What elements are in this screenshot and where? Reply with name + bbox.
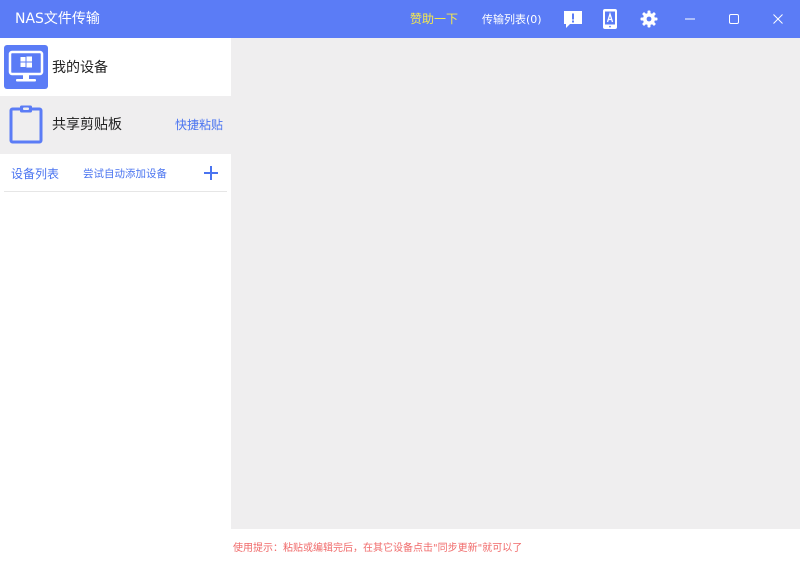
usage-hint: 使用提示：粘贴或编辑完后，在其它设备点击"同步更新"就可以了 [233, 543, 523, 554]
plus-icon [204, 166, 218, 180]
settings-button[interactable] [637, 7, 661, 31]
device-list-header: 设备列表 尝试自动添加设备 [0, 154, 231, 192]
add-device-button[interactable] [202, 164, 220, 182]
title-bar: NAS文件传输 赞助一下 传输列表(0) [0, 0, 800, 38]
settings-icon [640, 10, 658, 28]
sidebar: 我的设备 共享剪贴板 快捷粘贴 设备列表 尝试自动添加设备 [0, 38, 231, 567]
quick-paste-link[interactable]: 快捷粘贴 [175, 117, 223, 133]
computer-icon [4, 45, 48, 89]
app-title: NAS文件传输 [15, 11, 100, 27]
clipboard-icon [8, 104, 44, 144]
close-icon [773, 14, 783, 24]
phone-button[interactable] [598, 7, 622, 31]
maximize-button[interactable] [722, 7, 746, 31]
phone-icon [603, 9, 617, 29]
minimize-icon [685, 18, 695, 20]
feedback-button[interactable] [561, 7, 585, 31]
device-list [0, 193, 231, 567]
minimize-button[interactable] [678, 7, 702, 31]
device-list-title: 设备列表 [11, 167, 60, 181]
donate-link[interactable]: 赞助一下 [410, 11, 458, 27]
my-devices-item[interactable]: 我的设备 [0, 38, 231, 96]
shared-clipboard-label: 共享剪贴板 [52, 117, 122, 133]
auto-add-devices-link[interactable]: 尝试自动添加设备 [83, 167, 167, 181]
shared-clipboard-item[interactable]: 共享剪贴板 快捷粘贴 [0, 96, 231, 154]
footer: 使用提示：粘贴或编辑完后，在其它设备点击"同步更新"就可以了 [231, 529, 800, 567]
my-devices-label: 我的设备 [52, 60, 108, 76]
close-button[interactable] [766, 7, 790, 31]
transfer-list-button[interactable]: 传输列表(0) [482, 12, 542, 27]
divider [4, 191, 227, 192]
feedback-icon [564, 11, 582, 28]
clipboard-content-area[interactable] [231, 38, 800, 529]
maximize-icon [729, 14, 739, 24]
